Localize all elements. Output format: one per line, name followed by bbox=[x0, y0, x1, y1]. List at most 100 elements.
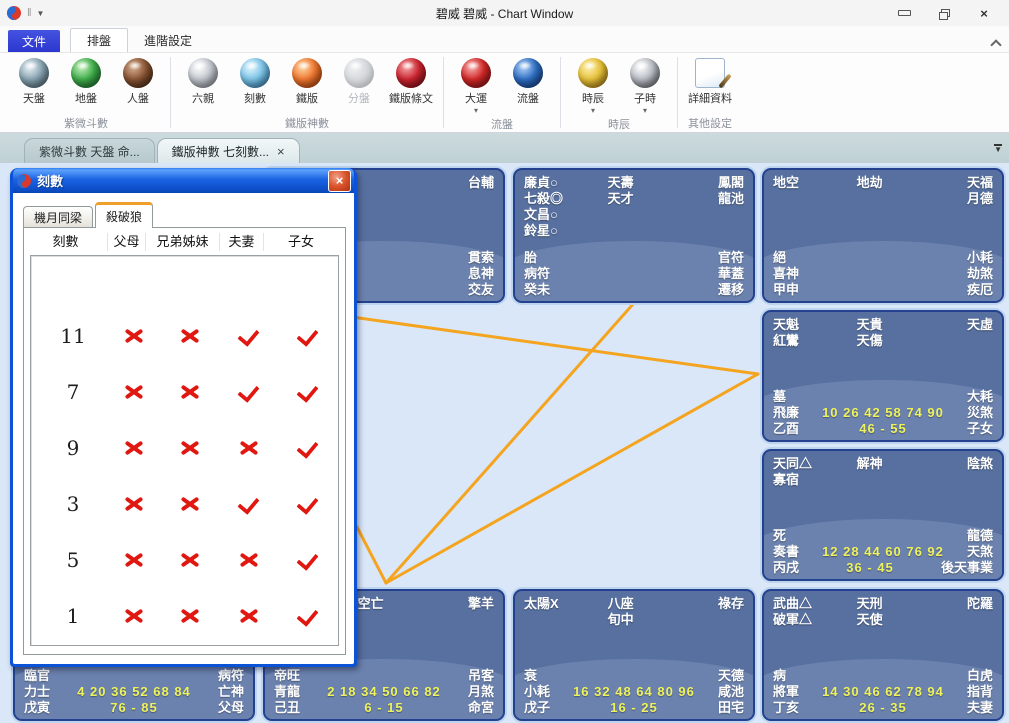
star-name: 天虛 bbox=[967, 317, 993, 333]
sphere-red-icon bbox=[396, 58, 426, 88]
tab-list-dropdown-icon[interactable]: ▼ bbox=[994, 144, 1002, 155]
row-number: 9 bbox=[31, 436, 115, 460]
doc-tabs: 紫微斗數 天盤 命... 鐵版神數 七刻數... × bbox=[0, 138, 302, 163]
palace-left-label: 墓 bbox=[773, 389, 786, 405]
table-body: 1179351 bbox=[30, 255, 339, 646]
close-button[interactable]: × bbox=[971, 4, 997, 22]
star-name: 七殺◎ bbox=[524, 191, 608, 207]
dialog-title: 刻數 bbox=[37, 171, 323, 190]
ribbon-button-label: 鐵版 bbox=[296, 90, 318, 106]
palace-left-label: 喜神 bbox=[773, 266, 799, 282]
x-mark-icon bbox=[153, 606, 227, 626]
x-mark-icon bbox=[153, 382, 227, 402]
check-mark-icon bbox=[271, 381, 345, 403]
ribbon-button-天盤[interactable]: 天盤 bbox=[10, 56, 58, 114]
decade-numbers: 10 26 42 58 74 90 bbox=[822, 405, 944, 421]
star-list: 地空 bbox=[773, 175, 857, 207]
ribbon-button-子時[interactable]: 子時▾ bbox=[621, 56, 669, 115]
palace-left-label: 臨官 bbox=[24, 668, 50, 684]
dropdown-arrow-icon: ▾ bbox=[591, 107, 595, 115]
star-name: 陰煞 bbox=[967, 456, 993, 472]
palace-right-label: 後天事業 bbox=[941, 560, 993, 576]
star-list: 陀羅 bbox=[967, 596, 993, 628]
dialog-close-button[interactable]: × bbox=[328, 170, 351, 192]
ribbon-tab-row: 文件 排盤 進階設定 bbox=[0, 26, 1009, 52]
dialog-tab-jiyuetongliang[interactable]: 機月同梁 bbox=[23, 206, 93, 227]
star-list: 八座旬中 bbox=[608, 596, 718, 628]
group-separator bbox=[677, 57, 678, 128]
ribbon-groups: 天盤地盤人盤紫微斗數六親刻數鐵版分盤鐵版條文鐵版神數大運▾流盤流盤時辰▾子時▾時… bbox=[4, 53, 740, 132]
ribbon-button-刻數[interactable]: 刻數 bbox=[231, 56, 279, 114]
ribbon-button-地盤[interactable]: 地盤 bbox=[62, 56, 110, 114]
palace-cell[interactable]: 武曲△破軍△天刑天使陀羅病白虎將軍14 30 46 62 78 94指背丁亥26… bbox=[762, 589, 1004, 721]
star-list: 太陽X bbox=[524, 596, 608, 628]
tab-paipan[interactable]: 排盤 bbox=[70, 28, 128, 52]
palace-right-label: 子女 bbox=[967, 421, 993, 437]
column-header: 夫妻 bbox=[220, 233, 264, 251]
row-number: 7 bbox=[31, 380, 115, 404]
palace-right-label: 咸池 bbox=[718, 684, 744, 700]
ribbon-button-詳細資料[interactable]: 詳細資料 bbox=[686, 56, 734, 114]
check-mark-icon bbox=[271, 605, 345, 627]
star-name: 天貴 bbox=[857, 317, 967, 333]
palace-cell[interactable]: 天魁紅鸞天貴天傷天虛墓大耗飛廉10 26 42 58 74 90災煞乙酉46 -… bbox=[762, 310, 1004, 442]
star-list: 武曲△破軍△ bbox=[773, 596, 857, 628]
star-name: 破軍△ bbox=[773, 612, 857, 628]
dialog-body: 機月同梁 殺破狼 刻數父母兄弟姊妹夫妻子女 1179351 bbox=[13, 193, 354, 664]
ribbon-button-流盤[interactable]: 流盤 bbox=[504, 56, 552, 115]
x-mark-icon bbox=[227, 550, 271, 570]
star-list: 天虛 bbox=[967, 317, 993, 349]
palace-left-label: 癸未 bbox=[524, 282, 550, 298]
doc-tab[interactable]: 紫微斗數 天盤 命... bbox=[24, 138, 155, 163]
decade-numbers: 2 18 34 50 66 82 bbox=[327, 684, 441, 700]
palace-cell[interactable]: 天同△寡宿解神陰煞死龍德奏書12 28 44 60 76 92天煞丙戌36 - … bbox=[762, 449, 1004, 581]
decade-numbers: 4 20 36 52 68 84 bbox=[77, 684, 191, 700]
column-header: 刻數 bbox=[24, 233, 108, 251]
ribbon-group-label: 時辰 bbox=[608, 116, 630, 132]
ribbon-button-人盤[interactable]: 人盤 bbox=[114, 56, 162, 114]
star-list: 空亡 bbox=[358, 596, 468, 612]
palace-cell[interactable]: 太陽X八座旬中祿存衰天德小耗16 32 48 64 80 96咸池戊子16 - … bbox=[513, 589, 755, 721]
minimize-button[interactable] bbox=[891, 4, 917, 22]
star-name: 台輔 bbox=[468, 175, 494, 191]
window-title: 碧威 碧威 - Chart Window bbox=[0, 5, 1009, 22]
ribbon-button-label: 時辰 bbox=[582, 90, 604, 106]
star-name: 地空 bbox=[773, 175, 857, 191]
doc-tab[interactable]: 鐵版神數 七刻數... × bbox=[157, 138, 300, 163]
ribbon-button-六親[interactable]: 六親 bbox=[179, 56, 227, 114]
tab-file[interactable]: 文件 bbox=[8, 30, 60, 52]
decade-numbers: 16 - 25 bbox=[610, 700, 657, 716]
star-name: 廉貞○ bbox=[524, 175, 608, 191]
palace-right-label: 亡神 bbox=[218, 684, 244, 700]
ribbon-button-鐵版條文[interactable]: 鐵版條文 bbox=[387, 56, 435, 114]
star-name: 擎羊 bbox=[468, 596, 494, 612]
dialog-title-bar[interactable]: 刻數 × bbox=[13, 168, 354, 193]
tab-close-icon[interactable]: × bbox=[277, 145, 285, 158]
ribbon-button-label: 人盤 bbox=[127, 90, 149, 106]
dialog-tab-shapolang[interactable]: 殺破狼 bbox=[95, 202, 153, 228]
ribbon-button-大運[interactable]: 大運▾ bbox=[452, 56, 500, 115]
tab-advanced-settings[interactable]: 進階設定 bbox=[128, 29, 208, 52]
star-name: 文昌○ bbox=[524, 207, 608, 223]
column-header: 父母 bbox=[108, 233, 146, 251]
dialog-app-icon bbox=[13, 170, 34, 191]
doc-tab-label: 鐵版神數 七刻數... bbox=[172, 143, 269, 160]
palace-left-label: 己丑 bbox=[274, 700, 300, 716]
ribbon-button-時辰[interactable]: 時辰▾ bbox=[569, 56, 617, 115]
ribbon-button-鐵版[interactable]: 鐵版 bbox=[283, 56, 331, 114]
title-bar: ‖ ▼ 碧威 碧威 - Chart Window × bbox=[0, 0, 1009, 27]
palace-left-label: 丙戌 bbox=[773, 560, 799, 576]
palace-left-label: 甲申 bbox=[773, 282, 799, 298]
palace-right-label: 病符 bbox=[218, 668, 244, 684]
kei-shu-dialog: 刻數 × 機月同梁 殺破狼 刻數父母兄弟姊妹夫妻子女 1179351 bbox=[10, 168, 357, 667]
restore-button[interactable] bbox=[931, 4, 957, 22]
palace-left-label: 乙酉 bbox=[773, 421, 799, 437]
chevron-up-icon[interactable] bbox=[991, 40, 1001, 46]
palace-cell[interactable]: 廉貞○七殺◎文昌○鈴星○天壽天才鳳閣龍池胎官符病符華蓋癸未遷移 bbox=[513, 168, 755, 303]
x-mark-icon bbox=[115, 382, 153, 402]
star-name: 旬中 bbox=[608, 612, 718, 628]
doc-tab-label: 紫微斗數 天盤 命... bbox=[39, 143, 140, 160]
decade-numbers: 16 32 48 64 80 96 bbox=[573, 684, 695, 700]
palace-cell[interactable]: 地空地劫天福月德絕小耗喜神劫煞甲申疾厄 bbox=[762, 168, 1004, 303]
star-name: 天刑 bbox=[857, 596, 967, 612]
